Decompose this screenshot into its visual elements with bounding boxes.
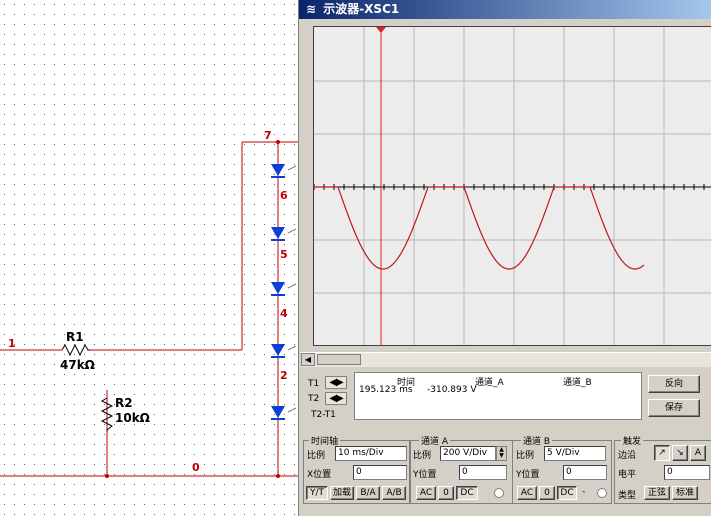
trigger-title: 触发: [621, 434, 644, 447]
trigger-type-label: 类型: [618, 491, 637, 501]
scroll-left-icon[interactable]: ◀: [301, 353, 315, 366]
save-button[interactable]: 保存: [648, 399, 700, 417]
channel-b-minus-label: -: [582, 487, 586, 497]
channel-b-ypos-field[interactable]: 0: [563, 465, 607, 480]
trigger-level-label: 电平: [618, 470, 637, 480]
window-titlebar[interactable]: ≋ 示波器-XSC1: [299, 0, 711, 19]
channel-b-ypos-label: Y位置: [516, 470, 540, 480]
oscilloscope-window[interactable]: ≋ 示波器-XSC1 ◀ T1 ◀▶ T2 ◀▶ T2-T1 时间 通道_A 通…: [298, 0, 711, 516]
channel-b-scale-label: 比例: [516, 451, 535, 461]
node-label-5: 5: [280, 248, 288, 261]
horizontal-scrollbar[interactable]: ◀: [301, 352, 711, 367]
readout-t1-channel-a: -310.893 V: [427, 385, 477, 395]
mode-yt-button[interactable]: Y/T: [306, 486, 328, 500]
scroll-thumb[interactable]: [317, 354, 361, 365]
junction-dot: [276, 140, 280, 144]
timebase-scale-field[interactable]: 10 ms/Div: [335, 446, 407, 461]
t1-arrows-icon[interactable]: ◀▶: [325, 376, 347, 389]
channel-a-ypos-field[interactable]: 0: [459, 465, 507, 480]
readout-channel-a-header: 通道_A: [475, 378, 504, 388]
readout-channel-b-header: 通道_B: [563, 378, 592, 388]
node-label-2: 2: [280, 369, 288, 382]
node-label-1: 1: [8, 337, 16, 350]
timebase-xpos-label: X位置: [307, 470, 332, 480]
trigger-sine-button[interactable]: 正弦: [644, 486, 670, 500]
cursor-t1-handle[interactable]: [376, 27, 386, 33]
scope-screen[interactable]: [313, 26, 711, 346]
junction-dot: [276, 474, 280, 478]
node-label-6: 6: [280, 189, 288, 202]
falling-edge-icon[interactable]: ↘: [672, 445, 688, 461]
r1-name: R1: [66, 330, 84, 344]
r2-name: R2: [115, 396, 133, 410]
reverse-button[interactable]: 反向: [648, 375, 700, 393]
readout-t1-time: 195.123 ms: [359, 385, 413, 395]
node-label-7: 7: [264, 129, 272, 142]
timebase-scale-label: 比例: [307, 451, 326, 461]
channel-b-radio[interactable]: [597, 488, 607, 498]
channel-a-ypos-label: Y位置: [413, 470, 437, 480]
channel-a-scale-spin-icon[interactable]: ▲ ▼: [496, 446, 507, 461]
t2-arrows-icon[interactable]: ◀▶: [325, 392, 347, 405]
junction-dot: [105, 474, 109, 478]
r1-value: 47kΩ: [60, 358, 95, 372]
node-label-4: 4: [280, 307, 288, 320]
oscilloscope-icon: ≋: [305, 2, 317, 16]
t1-label: T1: [308, 379, 320, 389]
scope-display: [314, 27, 711, 345]
channel-a-radio[interactable]: [494, 488, 504, 498]
t2-t1-label: T2-T1: [311, 410, 336, 420]
channel-b-ac-button[interactable]: AC: [517, 486, 537, 500]
trigger-normal-button[interactable]: 标准: [672, 486, 698, 500]
channel-a-zero-button[interactable]: 0: [438, 486, 454, 500]
mode-load-button[interactable]: 加载: [330, 486, 354, 500]
channel-a-scale-label: 比例: [413, 451, 432, 461]
t2-label: T2: [308, 394, 320, 404]
channel-a-ac-button[interactable]: AC: [416, 486, 436, 500]
channel-a-scale-field[interactable]: 200 V/Div: [440, 446, 496, 461]
r2-value: 10kΩ: [115, 411, 150, 425]
trigger-edge-label: 边沿: [618, 451, 637, 461]
trigger-level-field[interactable]: 0: [664, 465, 710, 480]
timebase-xpos-field[interactable]: 0: [353, 465, 407, 480]
channel-b-zero-button[interactable]: 0: [539, 486, 555, 500]
node-label-0: 0: [192, 461, 200, 474]
trigger-source-a-icon[interactable]: A: [690, 445, 706, 461]
mode-ba-button[interactable]: B/A: [356, 486, 380, 500]
channel-a-dc-button[interactable]: DC: [456, 486, 478, 500]
mode-ab-button[interactable]: A/B: [382, 486, 406, 500]
channel-b-scale-field[interactable]: 5 V/Div: [544, 446, 606, 461]
cursor-readout: 时间 通道_A 通道_B 195.123 ms -310.893 V: [354, 372, 642, 420]
channel-b-dc-button[interactable]: DC: [557, 486, 577, 500]
window-title: 示波器-XSC1: [323, 2, 400, 16]
rising-edge-icon[interactable]: ↗: [654, 445, 670, 461]
